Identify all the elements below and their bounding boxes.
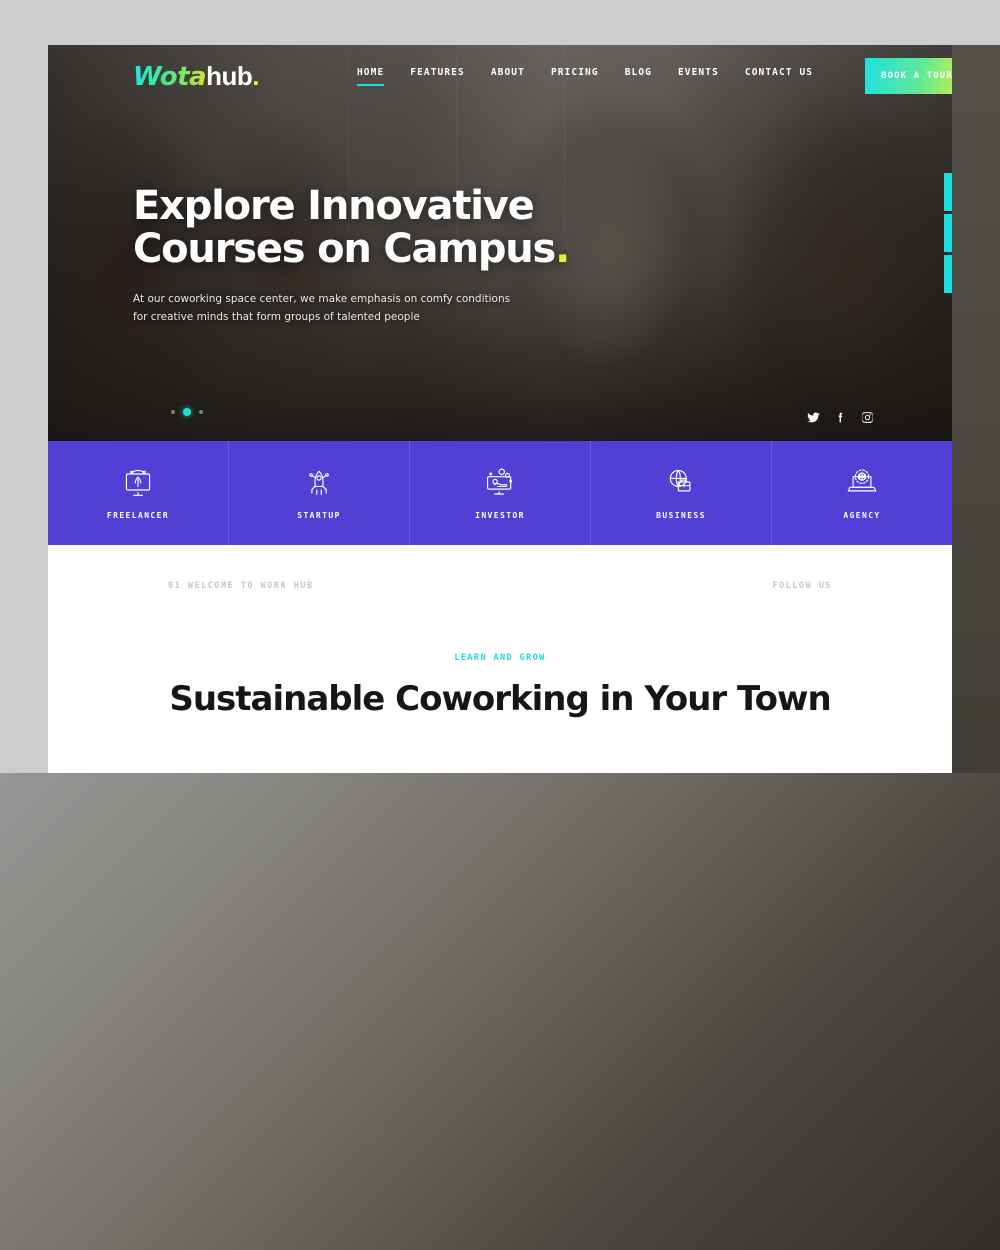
hero-subtitle: At our coworking space center, we make e… [133,291,569,326]
hero-social-links [807,411,874,424]
nav-item-contact-us[interactable]: CONTACT US [745,67,813,86]
category-band: FREELANCER STARTUP INVESTOR BUSINESS AGE… [48,441,952,545]
logo-text-primary: Wota [133,61,207,92]
category-label: STARTUP [297,511,341,520]
cart-button[interactable] [944,173,952,211]
main-navigation: HOME FEATURES ABOUT PRICING BLOG EVENTS … [356,58,952,94]
category-freelancer[interactable]: FREELANCER [48,441,229,545]
category-business[interactable]: BUSINESS [591,441,772,545]
category-startup[interactable]: STARTUP [229,441,410,545]
category-agency[interactable]: AGENCY [772,441,952,545]
rocket-icon [309,470,329,496]
window-button[interactable] [944,255,952,293]
nav-item-home[interactable]: HOME [356,67,385,86]
hero-subtitle-line-1: At our coworking space center, we make e… [133,293,511,306]
follow-us-label: FOLLOW US [772,581,832,591]
nav-item-about[interactable]: ABOUT [491,67,525,86]
dim-overlay-bottom [0,773,1000,1250]
category-label: AGENCY [843,511,881,520]
welcome-section: 01 WELCOME TO WORK HUB FOLLOW US LEARN A… [48,545,952,773]
hero-title-line-2: Courses on Campus [133,226,556,273]
slider-dot-2[interactable] [183,408,191,416]
monitor-coins-icon [486,468,513,495]
gallery-button[interactable] [944,214,952,252]
nav-item-features[interactable]: FEATURES [410,67,465,86]
facebook-icon[interactable] [834,411,847,424]
book-a-tour-button[interactable]: BOOK A TOUR [865,58,952,94]
dim-overlay-right [952,45,1000,773]
floating-side-buttons [944,173,952,293]
hero-title-line-1: Explore Innovative [133,183,535,229]
hero-subtitle-line-2: for creative minds that form groups of t… [133,310,420,323]
logo-text-secondary: hub [206,60,253,91]
instagram-icon[interactable] [861,411,874,424]
category-label: FREELANCER [106,511,170,520]
site-logo[interactable]: Wotahub. [133,63,259,90]
twitter-icon[interactable] [807,411,820,424]
slider-dot-1[interactable] [171,410,175,414]
category-investor[interactable]: INVESTOR [410,441,591,545]
section-eyebrow: LEARN AND GROW [454,653,546,663]
laptop-gear-icon [847,469,877,492]
website-screenshot: Wotahub. HOME FEATURES ABOUT PRICING BLO… [48,45,952,773]
nav-item-events[interactable]: EVENTS [678,67,719,86]
slider-dot-3[interactable] [199,410,203,414]
hero-content: Explore Innovative Courses on Campus. At… [133,183,570,326]
section-kicker: 01 WELCOME TO WORK HUB [168,581,314,591]
hero-title-accent-dot: . [555,226,570,273]
hero-section: Wotahub. HOME FEATURES ABOUT PRICING BLO… [48,45,952,441]
hero-slider-pagination [171,408,203,416]
category-label: INVESTOR [475,511,525,520]
section-heading: Sustainable Coworking in Your Town [169,679,831,719]
nav-item-pricing[interactable]: PRICING [551,67,599,86]
globe-briefcase-icon [669,469,691,492]
nav-item-blog[interactable]: BLOG [625,67,652,86]
logo-dot: . [252,60,259,91]
hero-title: Explore Innovative Courses on Campus. [133,183,570,273]
monitor-rocket-icon [125,469,151,496]
site-header: Wotahub. HOME FEATURES ABOUT PRICING BLO… [48,45,952,107]
category-label: BUSINESS [656,511,706,520]
